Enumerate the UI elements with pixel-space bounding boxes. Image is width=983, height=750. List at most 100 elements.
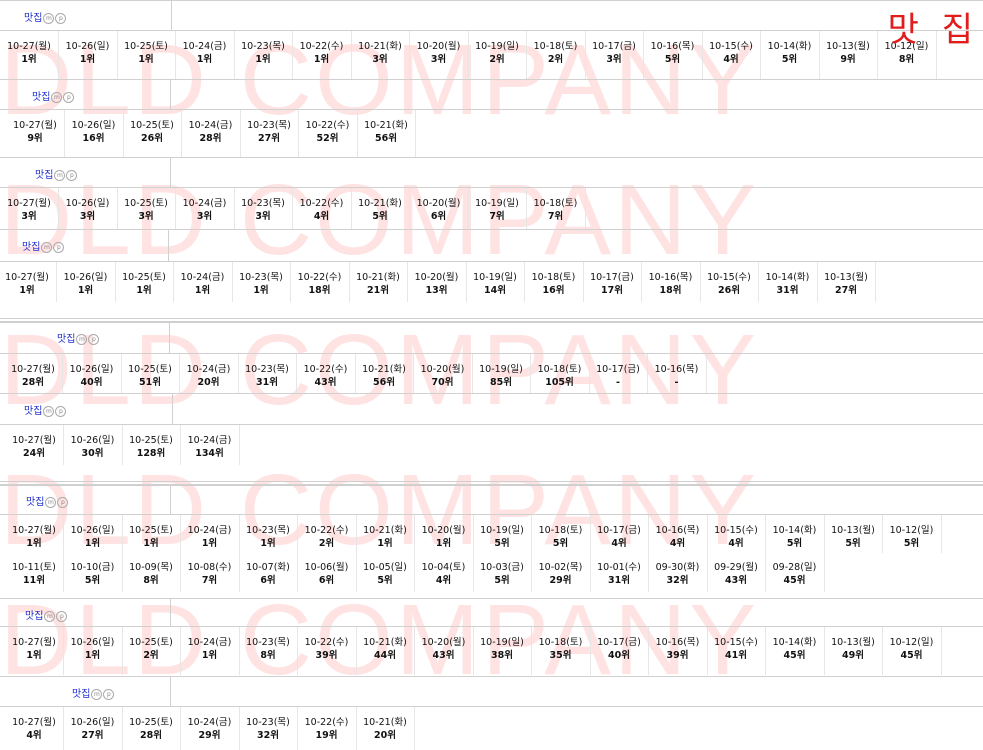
rank-date: 10-24(금) <box>188 120 233 131</box>
rank-cell: 10-19(일) 2위 <box>468 31 527 80</box>
p-icon[interactable]: p <box>63 91 75 103</box>
rank-value: 43위 <box>725 575 747 586</box>
rank-cell: 10-27(월) 4위 <box>5 707 64 750</box>
rank-value: 26위 <box>718 285 740 296</box>
keyword-label[interactable]: 맛집 m p <box>25 607 68 622</box>
rank-value: 32위 <box>257 730 279 741</box>
rank-cell: 10-22(수) 1위 <box>293 31 352 80</box>
rank-date: 10-22(수) <box>303 364 348 375</box>
p-icon[interactable]: p <box>56 610 68 622</box>
rank-cell: 10-13(월) 5위 <box>824 515 883 553</box>
m-icon[interactable]: m <box>41 241 53 253</box>
rank-value: 6위 <box>318 575 335 586</box>
keyword-label[interactable]: 맛집 m p <box>72 685 115 700</box>
rank-cell: 10-07(화) 6위 <box>239 552 298 592</box>
p-icon[interactable]: p <box>53 241 65 253</box>
rank-cell: 10-22(수) 43위 <box>297 354 356 394</box>
rank-value: 14위 <box>484 285 506 296</box>
rank-date: 10-21(화) <box>363 525 407 536</box>
rank-date: 10-26(일) <box>70 435 115 446</box>
rank-value: 28위 <box>140 730 162 741</box>
rank-value: 35위 <box>549 650 572 661</box>
rank-cell: 10-15(수) 4위 <box>707 515 766 553</box>
rank-date: 10-23(목) <box>245 364 289 375</box>
rank-date: 10-17(금) <box>597 637 641 648</box>
rank-cell: 10-21(화) 44위 <box>356 627 415 675</box>
rank-date: 10-22(수) <box>299 41 344 52</box>
rank-date: 09-28(일) <box>772 562 817 573</box>
rank-value: 1위 <box>19 285 35 296</box>
rank-value: 51위 <box>139 377 161 388</box>
p-icon[interactable]: p <box>66 169 78 181</box>
rank-value: 3위 <box>21 211 37 222</box>
rank-cell: 10-24(금) 20위 <box>180 354 239 394</box>
rank-date: 10-06(월) <box>304 562 349 573</box>
header-divider <box>169 322 170 354</box>
rank-date: 10-26(일) <box>65 41 110 52</box>
keyword-label[interactable]: 맛집 m p <box>35 166 78 181</box>
rank-row: 10-11(토) 11위 10-10(금) 5위 10-09(목) 8위 10-08(수) 7… <box>0 552 983 592</box>
rank-cell: 10-18(토) 16위 <box>525 262 584 302</box>
m-icon[interactable]: m <box>45 496 57 508</box>
rank-date: 10-20(월) <box>416 198 461 209</box>
keyword-label[interactable]: 맛집 m p <box>24 402 67 417</box>
m-icon[interactable]: m <box>43 12 55 24</box>
keyword-label[interactable]: 맛집 m p <box>32 88 75 103</box>
rank-cell: 10-05(일) 5위 <box>356 552 415 592</box>
rank-value: 134위 <box>195 448 224 459</box>
rank-value: 1위 <box>143 538 159 549</box>
p-icon[interactable]: p <box>103 688 115 700</box>
p-icon[interactable]: p <box>88 333 100 345</box>
rank-date: 10-25(토) <box>129 435 173 446</box>
rank-date: 10-26(일) <box>70 525 115 536</box>
m-icon[interactable]: m <box>44 610 56 622</box>
rank-cell: 10-23(목) 8위 <box>239 627 298 675</box>
rank-value: 3위 <box>79 211 96 222</box>
rank-value: 8위 <box>143 575 159 586</box>
rank-value: 1위 <box>201 650 218 661</box>
rank-date: 10-20(월) <box>416 41 461 52</box>
keyword-label[interactable]: 맛집 m p <box>24 9 67 24</box>
rank-date: 10-16(목) <box>655 637 700 648</box>
rank-cell: 10-18(토) 7위 <box>527 188 586 230</box>
rank-row: 10-27(월) 9위 10-26(일) 16위 10-25(토) 26위 10-24(금)… <box>0 109 983 158</box>
rank-value: 32위 <box>666 575 689 586</box>
rank-date: 10-02(목) <box>538 562 583 573</box>
keyword-label[interactable]: 맛집 m p <box>57 330 100 345</box>
rank-date: 10-14(화) <box>772 525 817 536</box>
rank-value: 3위 <box>138 211 154 222</box>
rank-date: 10-25(토) <box>129 717 173 728</box>
rank-value: 1위 <box>21 54 37 65</box>
m-icon[interactable]: m <box>54 169 66 181</box>
rank-value: 5위 <box>845 538 861 549</box>
rank-value: 85위 <box>490 377 512 388</box>
rank-value: 4위 <box>728 538 744 549</box>
m-icon[interactable]: m <box>51 91 63 103</box>
rank-date: 10-23(목) <box>239 272 283 283</box>
m-icon[interactable]: m <box>91 688 103 700</box>
keyword-label[interactable]: 맛집 m p <box>22 238 65 253</box>
rank-value: 1위 <box>136 285 152 296</box>
rank-value: 44위 <box>374 650 396 661</box>
m-icon[interactable]: m <box>76 333 88 345</box>
rank-date: 10-13(월) <box>831 525 875 536</box>
rank-date: 10-16(목) <box>655 525 700 536</box>
rank-cell: 10-21(화) 56위 <box>355 354 414 394</box>
rank-date: 10-18(토) <box>533 198 578 209</box>
m-icon[interactable]: m <box>43 405 55 417</box>
p-icon[interactable]: p <box>55 12 67 24</box>
rank-date: 10-25(토) <box>129 525 173 536</box>
rank-date: 10-01(수) <box>597 562 641 573</box>
rank-date: 10-25(토) <box>130 120 174 131</box>
rank-cell: 10-15(수) 26위 <box>700 262 759 302</box>
rank-date: 10-17(금) <box>592 41 636 52</box>
rank-cell: 10-14(화) 45위 <box>766 627 825 675</box>
keyword-header: 맛집 m p <box>0 79 983 110</box>
p-icon[interactable]: p <box>55 405 67 417</box>
rank-cell: 10-21(화) 1위 <box>356 515 415 553</box>
rank-value: 27위 <box>835 285 857 296</box>
p-icon[interactable]: p <box>57 496 69 508</box>
rank-value: 1위 <box>79 54 96 65</box>
keyword-label[interactable]: 맛집 m p <box>26 493 69 508</box>
rank-value: 1위 <box>435 538 452 549</box>
